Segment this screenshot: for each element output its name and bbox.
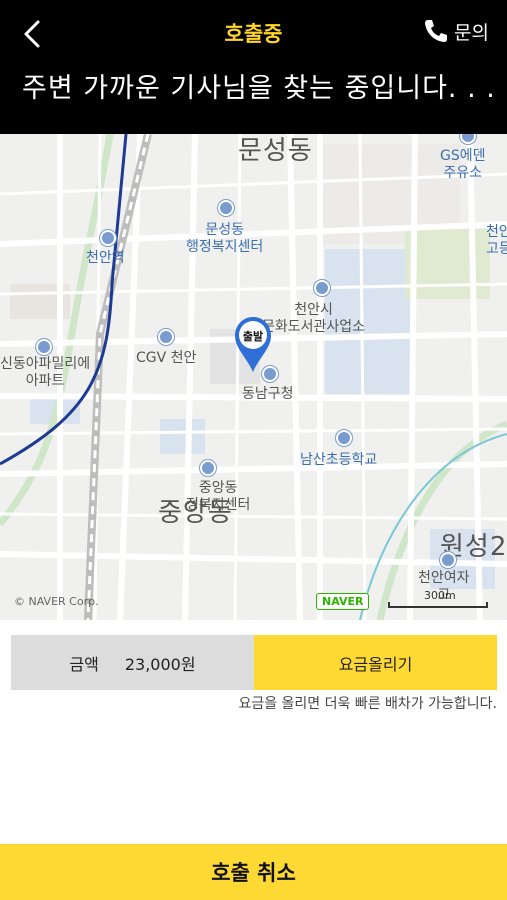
station-icon <box>100 230 116 246</box>
map-label-cheonan-station: 천안역 <box>86 250 125 266</box>
top-bar: 호출중 문의 주변 가까운 기사님을 찾는 중입니다. . . <box>0 0 507 134</box>
girls-school-icon <box>440 552 456 568</box>
apartment-icon <box>36 339 52 355</box>
map-label-apartment: 신동아파밀리에 아파트 <box>0 356 91 389</box>
fare-amount-value: 23,000원 <box>124 654 196 674</box>
cancel-call-button[interactable]: 호출 취소 <box>0 844 507 900</box>
scale-bar <box>388 602 488 608</box>
inquiry-label: 문의 <box>454 21 489 44</box>
pin-label: 출발 <box>242 330 264 343</box>
map-copyright: © NAVER Corp. <box>14 595 99 608</box>
map-label-munseong-center: 문성동 행정복지센터 <box>186 222 264 255</box>
map-label-namsan-school: 남산초등학교 <box>300 452 378 468</box>
community-center-icon <box>200 460 216 476</box>
cinema-icon <box>158 329 174 345</box>
departure-pin[interactable]: 출발 <box>233 314 273 374</box>
map-label-library: 천안시 문화도서관사업소 <box>262 302 366 335</box>
map-view[interactable]: 문성동 GS에덴 주유소 문성동 행정복지센터 천안역 천안 고등 천안시 문화… <box>0 134 507 620</box>
map-label-munseong-dong: 문성동 <box>238 136 313 166</box>
status-message: 주변 가까운 기사님을 찾는 중입니다. . . <box>22 73 496 104</box>
map-pin-icon <box>235 317 271 372</box>
fare-amount: 금액 23,000원 <box>11 635 254 690</box>
map-label-cheonan-right: 천안 고등 <box>486 224 507 257</box>
fare-amount-label: 금액 <box>69 654 99 674</box>
library-icon <box>314 280 330 296</box>
fare-row: 금액 23,000원 요금올리기 <box>11 635 497 690</box>
fare-hint: 요금을 올리면 더욱 빠른 배차가 가능합니다. <box>238 696 497 712</box>
map-label-jungang-dong: 중앙동 <box>158 498 233 528</box>
map-label-gs-station: GS에덴 주유소 <box>440 148 486 181</box>
phone-icon <box>425 20 448 42</box>
government-icon <box>218 200 234 216</box>
school-icon <box>336 430 352 446</box>
map-label-cgv: CGV 천안 <box>136 350 197 366</box>
map-label-dongnam-office: 동남구청 <box>242 386 294 402</box>
map-scale: 300m <box>388 589 488 608</box>
inquiry-button[interactable]: 문의 <box>422 17 489 45</box>
scale-label: 300m <box>424 589 456 602</box>
naver-logo: NAVER <box>316 593 370 610</box>
raise-fare-button[interactable]: 요금올리기 <box>254 635 497 690</box>
